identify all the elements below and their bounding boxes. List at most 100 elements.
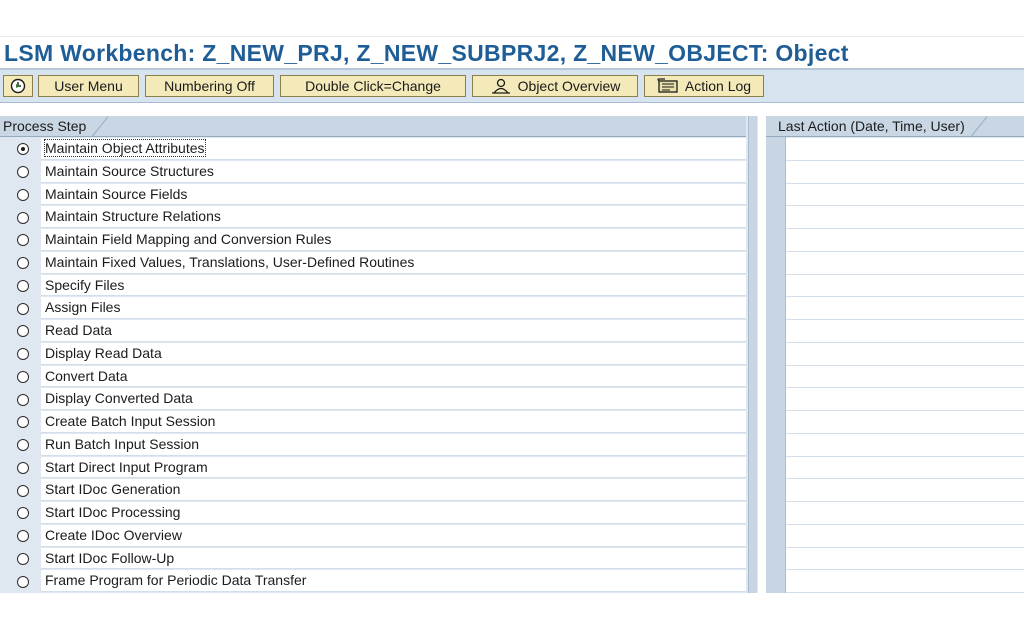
step-radio-button[interactable]: [17, 166, 29, 179]
step-label[interactable]: Create Batch Input Session: [45, 413, 215, 429]
step-label[interactable]: Maintain Source Structures: [45, 163, 214, 179]
step-label[interactable]: Start IDoc Generation: [45, 481, 180, 497]
radio-cell: [0, 525, 40, 548]
last-action-column-header[interactable]: Last Action (Date, Time, User): [775, 116, 987, 136]
step-label[interactable]: Start IDoc Processing: [45, 504, 180, 520]
spacer: [0, 103, 1024, 116]
action-log-button[interactable]: Action Log: [644, 75, 764, 97]
step-radio-button[interactable]: [17, 234, 29, 247]
last-action-rows: [786, 138, 1024, 593]
action-row: [786, 365, 1024, 389]
step-label[interactable]: Start IDoc Follow-Up: [45, 550, 174, 566]
page-title: LSM Workbench: Z_NEW_PRJ, Z_NEW_SUBPRJ2,…: [4, 40, 849, 66]
step-label[interactable]: Maintain Field Mapping and Conversion Ru…: [45, 231, 331, 247]
table-row[interactable]: Create Batch Input Session: [0, 411, 746, 434]
action-row: [786, 411, 1024, 434]
step-radio-button[interactable]: [17, 575, 29, 588]
table-row[interactable]: Start IDoc Generation: [0, 479, 746, 502]
step-label[interactable]: Maintain Source Fields: [45, 186, 187, 202]
step-cell: Start IDoc Processing: [41, 502, 746, 524]
table-row[interactable]: Start IDoc Follow-Up: [0, 547, 746, 571]
step-label[interactable]: Maintain Structure Relations: [45, 208, 221, 224]
table-row[interactable]: Maintain Object Attributes: [0, 138, 746, 161]
table-row[interactable]: Convert Data: [0, 365, 746, 389]
step-radio-button[interactable]: [17, 211, 29, 224]
step-label[interactable]: Run Batch Input Session: [45, 436, 199, 452]
table-row[interactable]: Maintain Field Mapping and Conversion Ru…: [0, 229, 746, 252]
action-row: [786, 456, 1024, 480]
step-radio-button[interactable]: [17, 484, 29, 497]
table-row[interactable]: Maintain Structure Relations: [0, 206, 746, 229]
table-row[interactable]: Maintain Source Structures: [0, 160, 746, 184]
step-radio-button[interactable]: [17, 393, 29, 406]
double-click-change-button[interactable]: Double Click=Change: [280, 75, 466, 97]
step-radio-button[interactable]: [17, 439, 29, 452]
table-row[interactable]: Start Direct Input Program: [0, 456, 746, 480]
table-row[interactable]: Start IDoc Processing: [0, 502, 746, 525]
process-step-column-header[interactable]: Process Step: [0, 116, 109, 136]
step-radio-button[interactable]: [17, 325, 29, 338]
radio-cell: [0, 457, 40, 480]
step-radio-button[interactable]: [17, 143, 29, 156]
last-action-header: Last Action (Date, Time, User): [766, 116, 1024, 137]
step-label[interactable]: Convert Data: [45, 368, 127, 384]
user-menu-button[interactable]: User Menu: [38, 75, 139, 97]
table-row[interactable]: Maintain Fixed Values, Translations, Use…: [0, 251, 746, 275]
step-label[interactable]: Maintain Fixed Values, Translations, Use…: [45, 254, 414, 270]
step-radio-button[interactable]: [17, 188, 29, 201]
radio-cell: [0, 252, 40, 275]
numbering-off-button[interactable]: Numbering Off: [145, 75, 274, 97]
step-label[interactable]: Frame Program for Periodic Data Transfer: [45, 572, 306, 588]
table-row[interactable]: Display Converted Data: [0, 388, 746, 411]
step-cell: Display Converted Data: [41, 388, 746, 410]
step-radio-button[interactable]: [17, 370, 29, 383]
step-label[interactable]: Start Direct Input Program: [45, 459, 208, 475]
step-label[interactable]: Maintain Object Attributes: [44, 139, 206, 157]
table-row[interactable]: Create IDoc Overview: [0, 524, 746, 548]
step-radio-button[interactable]: [17, 302, 29, 315]
step-radio-button[interactable]: [17, 348, 29, 361]
step-radio-button[interactable]: [17, 416, 29, 429]
radio-cell: [0, 275, 40, 298]
step-radio-button[interactable]: [17, 279, 29, 292]
table-row[interactable]: Maintain Source Fields: [0, 183, 746, 207]
step-cell: Start IDoc Follow-Up: [41, 547, 746, 570]
step-label[interactable]: Create IDoc Overview: [45, 527, 182, 543]
radio-cell: [0, 297, 40, 320]
step-cell: Frame Program for Periodic Data Transfer: [41, 570, 746, 592]
table-row[interactable]: Frame Program for Periodic Data Transfer: [0, 570, 746, 593]
step-label[interactable]: Display Read Data: [45, 345, 162, 361]
step-radio-button[interactable]: [17, 257, 29, 270]
radio-cell: [0, 161, 40, 184]
step-radio-button[interactable]: [17, 552, 29, 565]
object-overview-button[interactable]: Object Overview: [472, 75, 638, 97]
table-row[interactable]: Display Read Data: [0, 342, 746, 366]
radio-cell: [0, 366, 40, 389]
step-label[interactable]: Read Data: [45, 322, 112, 338]
table-row[interactable]: Assign Files: [0, 297, 746, 320]
action-row: [786, 297, 1024, 320]
step-cell: Create IDoc Overview: [41, 524, 746, 547]
table-row[interactable]: Specify Files: [0, 274, 746, 298]
radio-cell: [0, 570, 40, 593]
step-radio-button[interactable]: [17, 530, 29, 543]
table-row[interactable]: Run Batch Input Session: [0, 433, 746, 457]
table-row[interactable]: Read Data: [0, 320, 746, 343]
action-row: [786, 502, 1024, 525]
execute-clock-icon: [9, 78, 27, 94]
application-toolbar: User Menu Numbering Off Double Click=Cha…: [0, 70, 1024, 103]
step-label[interactable]: Assign Files: [45, 299, 120, 315]
action-row: [786, 320, 1024, 343]
table-splitter[interactable]: [748, 116, 757, 593]
action-row: [786, 138, 1024, 161]
action-row: [786, 251, 1024, 275]
action-log-label: Action Log: [684, 78, 752, 94]
step-label[interactable]: Display Converted Data: [45, 390, 193, 406]
step-cell: Maintain Field Mapping and Conversion Ru…: [41, 229, 746, 251]
step-label[interactable]: Specify Files: [45, 277, 124, 293]
execute-button[interactable]: [3, 75, 33, 97]
step-radio-button[interactable]: [17, 461, 29, 474]
action-row: [786, 342, 1024, 366]
step-radio-button[interactable]: [17, 507, 29, 520]
row-selector-column: [766, 137, 786, 593]
